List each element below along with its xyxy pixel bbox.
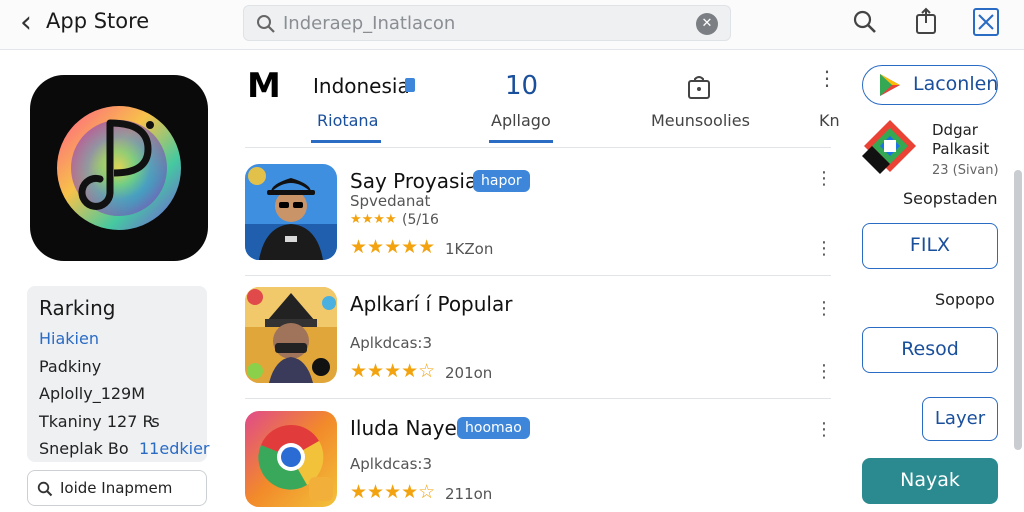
rating-count: 201on (445, 364, 493, 382)
tab-kn[interactable]: Kn (819, 111, 840, 130)
rating-stars: ★★★★☆ (350, 481, 436, 503)
tab-apllago[interactable]: Apllago (491, 111, 551, 130)
store-header: M Indonesia 10 ⋮ Riotana Apllago Meunsoo… (245, 62, 845, 147)
app-name[interactable]: Say Proyasia (350, 169, 477, 193)
developer-icon[interactable] (862, 118, 918, 174)
more-icon[interactable]: ⋮ (815, 421, 833, 439)
ranking-heading: Rarking (39, 296, 116, 320)
ranking-line-label: Sneplak Bo (39, 439, 129, 458)
filx-button[interactable]: FILX (862, 223, 998, 269)
share-icon[interactable] (914, 7, 938, 35)
ranking-line: Tkaniny 127 ₨ (39, 412, 160, 431)
divider (245, 147, 831, 148)
tab-underline (311, 140, 381, 143)
app-count: 10 (505, 71, 539, 101)
developer-name: Ddgar (932, 121, 978, 139)
more-icon[interactable]: ⋮ (815, 240, 833, 258)
launch-button[interactable]: Laconlen (862, 65, 998, 105)
ranking-line[interactable]: Hiakien (39, 329, 99, 348)
flag-icon (405, 78, 415, 92)
nayak-button[interactable]: Nayak (862, 458, 998, 504)
resod-button[interactable]: Resod (862, 327, 998, 373)
left-search-input[interactable]: Ioide Inapmem (27, 470, 207, 506)
brand-logo: M (247, 66, 281, 106)
clear-icon[interactable]: ✕ (696, 13, 718, 35)
music-note-icon (57, 106, 181, 230)
app-subtitle: Aplkdcas:3 (350, 334, 433, 352)
app-name[interactable]: Iluda Nayer (350, 416, 465, 440)
tab-riotana[interactable]: Riotana (317, 111, 378, 130)
search-icon (257, 15, 275, 33)
app-thumbnail[interactable] (245, 411, 337, 507)
app-thumbnail[interactable] (245, 287, 337, 383)
tab-meunsoolies[interactable]: Meunsoolies (651, 111, 750, 130)
ranking-card: Rarking Hiakien Padkiny Aplolly_129M Tka… (27, 286, 210, 462)
app-name[interactable]: Aplkarí í Popular (350, 292, 512, 316)
back-icon[interactable]: ‹ (20, 8, 32, 38)
top-bar: ‹ App Store Inderaep_Inatlacon ✕ (0, 0, 1024, 50)
developer-name: Palkasit (932, 140, 990, 158)
launch-label: Laconlen (913, 73, 999, 95)
rating-count: 211on (445, 485, 493, 503)
app-subtitle: Spvedanat (350, 192, 431, 210)
app-icon[interactable] (30, 75, 208, 261)
right-label: Sopopo (935, 290, 995, 309)
more-icon[interactable]: ⋮ (815, 170, 833, 188)
layer-button[interactable]: Layer (922, 397, 998, 441)
tab-underline (489, 140, 553, 143)
close-icon[interactable] (972, 7, 1000, 37)
bag-icon[interactable] (687, 74, 711, 100)
more-icon[interactable]: ⋮ (817, 68, 837, 88)
play-icon (880, 74, 900, 96)
rating-count: 1KZon (445, 240, 494, 258)
list-item[interactable]: Say Proyasia hapor Spvedanat ★★★★ (5/16 … (245, 164, 833, 264)
app-badge: hoomao (457, 417, 530, 439)
search-input[interactable]: Inderaep_Inatlacon ✕ (243, 5, 731, 41)
app-subtitle: Aplkdcas:3 (350, 455, 433, 473)
rating-stars: ★★★★☆ (350, 360, 436, 382)
window-title: App Store (46, 9, 150, 33)
search-text: Inderaep_Inatlacon (283, 13, 456, 34)
right-label: Seopstaden (903, 189, 998, 208)
more-icon[interactable]: ⋮ (815, 363, 833, 381)
search-icon[interactable] (852, 9, 878, 35)
list-item[interactable]: Aplkarí í Popular Aplkdcas:3 ★★★★☆ 201on… (245, 287, 833, 387)
divider (245, 275, 831, 276)
right-panel: Laconlen Ddgar Palkasit 23 (Sivan) Seops… (848, 50, 1024, 512)
app-badge: hapor (473, 170, 530, 192)
list-item[interactable]: Iluda Nayer hoomao Aplkdcas:3 ★★★★☆ 211o… (245, 411, 833, 511)
search-icon (37, 481, 53, 497)
rating-stars: ★★★★★ (350, 236, 436, 258)
left-search-text: Ioide Inapmem (60, 479, 173, 497)
developer-meta: 23 (Sivan) (932, 163, 999, 178)
country-label: Indonesia (313, 74, 410, 98)
app-thumbnail[interactable] (245, 164, 337, 260)
left-panel: Rarking Hiakien Padkiny Aplolly_129M Tka… (0, 50, 232, 512)
rating-stars-small: ★★★★ (350, 212, 397, 227)
ranking-line: Aplolly_129M (39, 384, 146, 403)
ranking-line-value[interactable]: 11edkier (139, 439, 210, 458)
ranking-line: Padkiny (39, 357, 102, 376)
scrollbar[interactable] (1014, 170, 1022, 450)
more-icon[interactable]: ⋮ (815, 300, 833, 318)
rating-count-small: (5/16 (402, 212, 439, 228)
divider (245, 398, 831, 399)
